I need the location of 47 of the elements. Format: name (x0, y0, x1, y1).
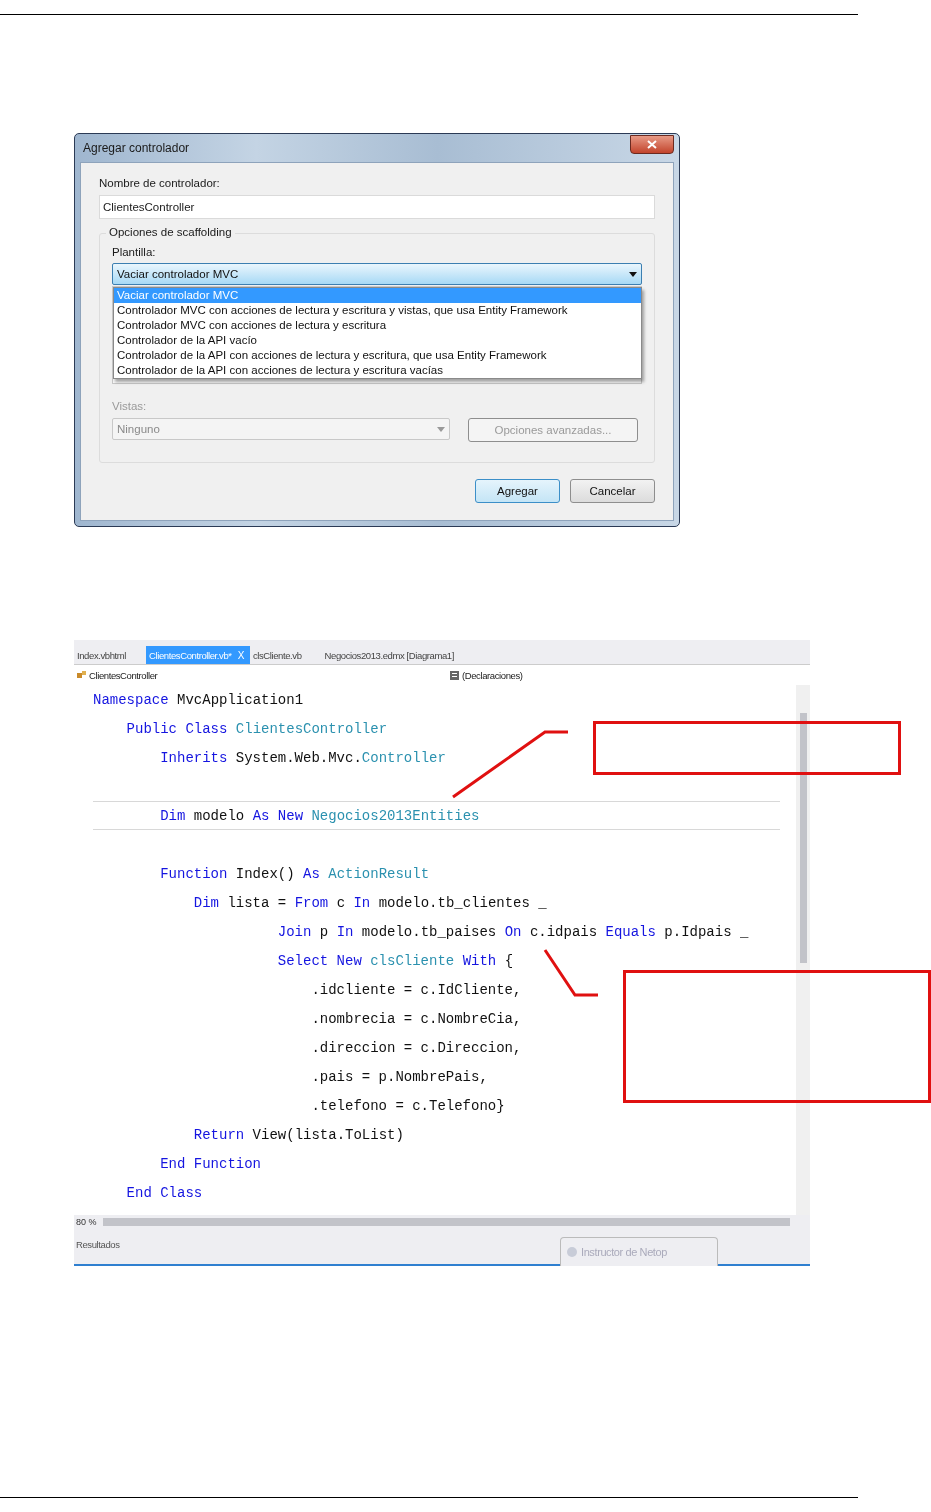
code-line: Dim modelo As New Negocios2013Entities (93, 801, 780, 830)
code-line: .nombrecia = c.NombreCia, (310, 1010, 522, 1029)
zoom-level[interactable]: 80 % (76, 1217, 97, 1227)
field-label: Vistas: (112, 400, 148, 412)
class-dropdown[interactable]: ClientesController (74, 669, 447, 681)
dropdown-option[interactable]: Controlador de la API con acciones de lectura y escritura, que usa Entity Framework (114, 348, 641, 363)
code-line: End Class (125, 1184, 203, 1203)
code-line: .telefono = c.Telefono} (310, 1097, 505, 1116)
dropdown-option[interactable]: Controlador de la API con acciones de lectura y escritura vacías (114, 363, 641, 378)
code-line: .direccion = c.Direccion, (310, 1039, 522, 1058)
info-icon (567, 1247, 577, 1257)
code-line: Join p In modelo.tb_paises On c.idpais Equals p.Idpais _ (276, 923, 749, 942)
name-field[interactable]: ClientesController (99, 195, 655, 219)
code-line: End Function (159, 1155, 261, 1174)
field-label: Nombre de controlador: (99, 177, 221, 189)
field-label: Plantilla: (112, 246, 157, 258)
scrollbar[interactable] (102, 1218, 790, 1226)
code-line: Select New clsCliente With { (276, 952, 514, 971)
scrollbar[interactable] (796, 685, 810, 1215)
dropdown-option[interactable]: Controlador MVC con acciones de lectura y escritura y vistas, que usa Entity Framework (114, 303, 641, 318)
code-line: Namespace MvcApplication1 (93, 691, 304, 710)
code-line: Public Class ClientesController (125, 720, 388, 739)
group-title: Opciones de scaffolding (106, 226, 235, 238)
code-line: Return View(lista.ToList) (192, 1126, 404, 1145)
dropdown-option[interactable]: Controlador MVC con acciones de lectura y escritura (114, 318, 641, 333)
caret-icon (629, 271, 637, 277)
editor-tab[interactable]: clsCliente.vb (249, 646, 308, 664)
code-line: Function Index() As ActionResult (159, 865, 430, 884)
code-line: .pais = p.NombrePais, (310, 1068, 488, 1087)
dialog-button[interactable]: Agregar (475, 479, 560, 503)
template-dropdown[interactable]: Vaciar controlador MVC (112, 263, 642, 285)
code-line: Dim lista = From c In modelo.tb_clientes _ (192, 894, 547, 913)
window-title: Agregar controlador (82, 141, 190, 155)
editor-tab[interactable]: Index.vbhtml (74, 646, 133, 664)
code-line: Inherits System.Web.Mvc.Controller (159, 749, 446, 768)
editor-tab[interactable]: Negocios2013.edmx [Diagrama1] (321, 646, 460, 664)
member-dropdown[interactable]: (Declaraciones) (447, 669, 750, 681)
leader-line (543, 949, 598, 997)
code-line: .idcliente = c.IdCliente, (310, 981, 522, 1000)
panel-label[interactable]: Resultados (76, 1239, 120, 1250)
close-icon (647, 139, 657, 149)
caret-icon (437, 426, 445, 432)
close-button[interactable] (630, 134, 674, 154)
class-icon (77, 670, 86, 680)
dialog-button[interactable]: Cancelar (570, 479, 655, 503)
list-icon (450, 670, 459, 680)
dropdown-option[interactable]: Controlador de la API vacío (114, 333, 641, 348)
